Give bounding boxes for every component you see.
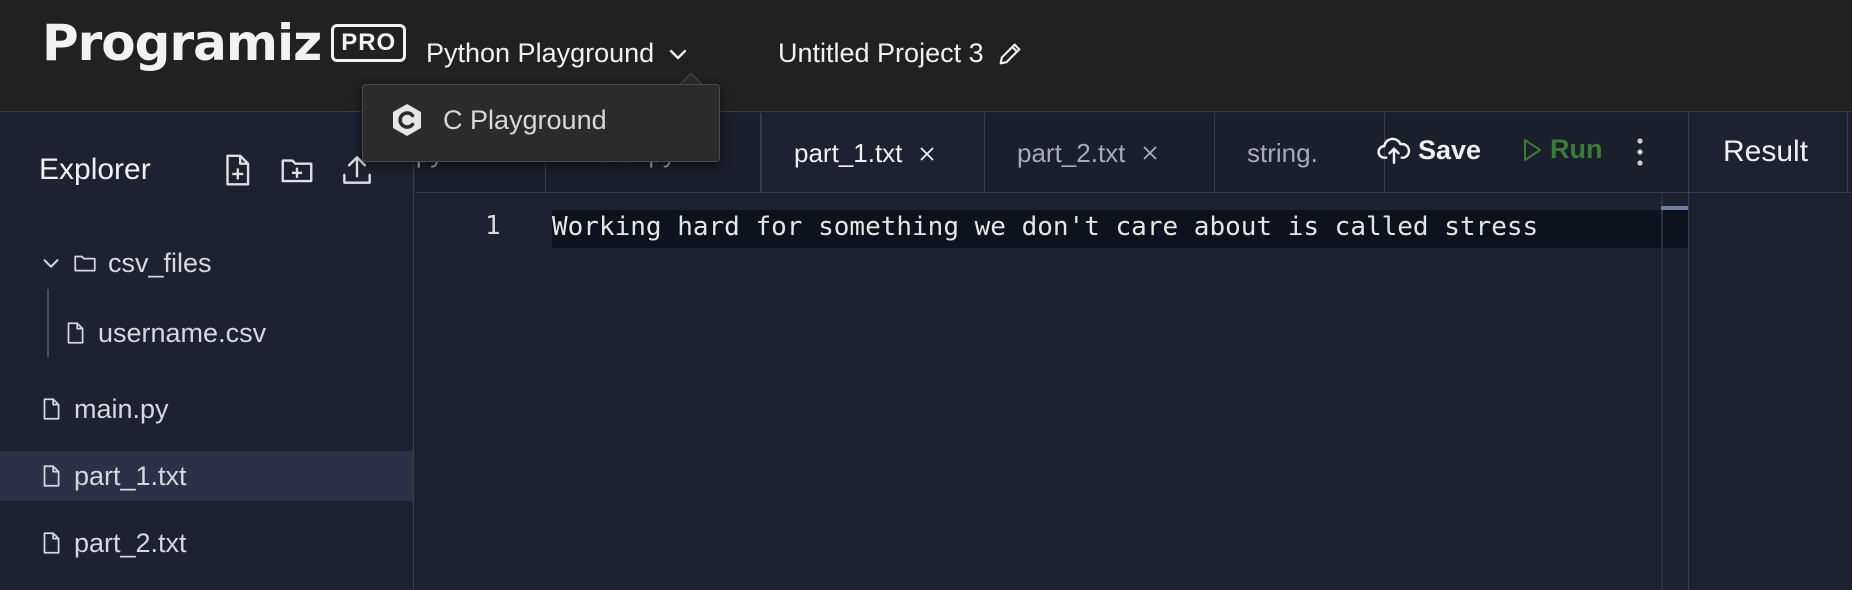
playground-selector[interactable]: Python Playground <box>426 38 690 69</box>
new-folder-icon[interactable] <box>278 151 316 189</box>
file-name: username.csv <box>98 317 267 348</box>
line-number: 1 <box>485 211 501 241</box>
file-name: part_2.txt <box>74 527 187 558</box>
save-button[interactable]: Save <box>1376 134 1481 166</box>
tab-part-2-txt[interactable]: part_2.txt <box>985 113 1215 192</box>
tree-guide-line <box>47 289 49 357</box>
scrollbar-thumb[interactable] <box>1661 206 1688 210</box>
file-name: main.py <box>74 393 169 424</box>
more-options-icon[interactable] <box>1630 134 1650 170</box>
tab-part-1-txt[interactable]: part_1.txt <box>761 113 985 192</box>
menu-item-c-playground[interactable]: C Playground <box>391 103 607 137</box>
file-icon <box>43 532 60 554</box>
folder-icon <box>74 255 96 272</box>
result-header: Result <box>1689 113 1852 193</box>
menu-item-label: C Playground <box>443 104 607 135</box>
file-username-csv[interactable]: username.csv <box>62 309 266 357</box>
file-part-2-txt[interactable]: part_2.txt <box>38 519 187 567</box>
cloud-upload-icon <box>1377 137 1411 165</box>
tab-string[interactable]: string. <box>1215 113 1385 192</box>
result-panel: Result <box>1688 113 1852 590</box>
explorer-sidebar: Explorer csv_files username.csv main.py … <box>0 113 414 590</box>
file-main-py[interactable]: main.py <box>38 385 169 433</box>
close-icon[interactable] <box>1139 142 1161 164</box>
file-name: part_1.txt <box>74 460 187 491</box>
code-line[interactable]: Working hard for something we don't care… <box>552 212 1538 242</box>
play-icon <box>1524 138 1541 161</box>
c-language-icon <box>393 104 421 136</box>
run-label: Run <box>1550 134 1603 164</box>
playground-dropdown: C Playground <box>362 84 720 162</box>
run-button[interactable]: Run <box>1520 134 1602 165</box>
project-title-text: Untitled Project 3 <box>778 38 984 68</box>
code-editor[interactable]: 1 Working hard for something we don't ca… <box>415 194 1688 590</box>
logo-text: Programiz <box>42 14 322 72</box>
playground-label: Python Playground <box>426 38 655 68</box>
pencil-icon[interactable] <box>996 40 1024 68</box>
file-icon <box>67 322 84 344</box>
file-icon <box>43 398 60 420</box>
explorer-title: Explorer <box>39 153 151 186</box>
file-part-1-txt[interactable]: part_1.txt <box>38 452 187 500</box>
vertical-scrollbar[interactable] <box>1661 194 1663 590</box>
explorer-actions <box>218 151 376 189</box>
tab-label: part_2.txt <box>1017 137 1126 168</box>
chevron-down-icon <box>669 49 687 59</box>
top-bar: Programiz PRO Python Playground Untitled… <box>0 0 1852 112</box>
file-icon <box>43 465 60 487</box>
new-file-icon[interactable] <box>218 151 256 189</box>
pro-badge: PRO <box>331 24 407 62</box>
tab-label: string. <box>1247 137 1318 168</box>
save-label: Save <box>1418 134 1482 165</box>
programiz-logo[interactable]: Programiz PRO <box>42 14 407 72</box>
tab-label: part_1.txt <box>794 138 903 168</box>
result-divider <box>1847 113 1848 193</box>
close-icon[interactable] <box>916 143 938 165</box>
folder-csv-files[interactable]: csv_files <box>40 239 212 287</box>
result-title: Result <box>1723 135 1809 168</box>
project-title[interactable]: Untitled Project 3 <box>778 38 1024 69</box>
chevron-down-icon <box>43 259 59 268</box>
folder-name: csv_files <box>108 247 212 278</box>
